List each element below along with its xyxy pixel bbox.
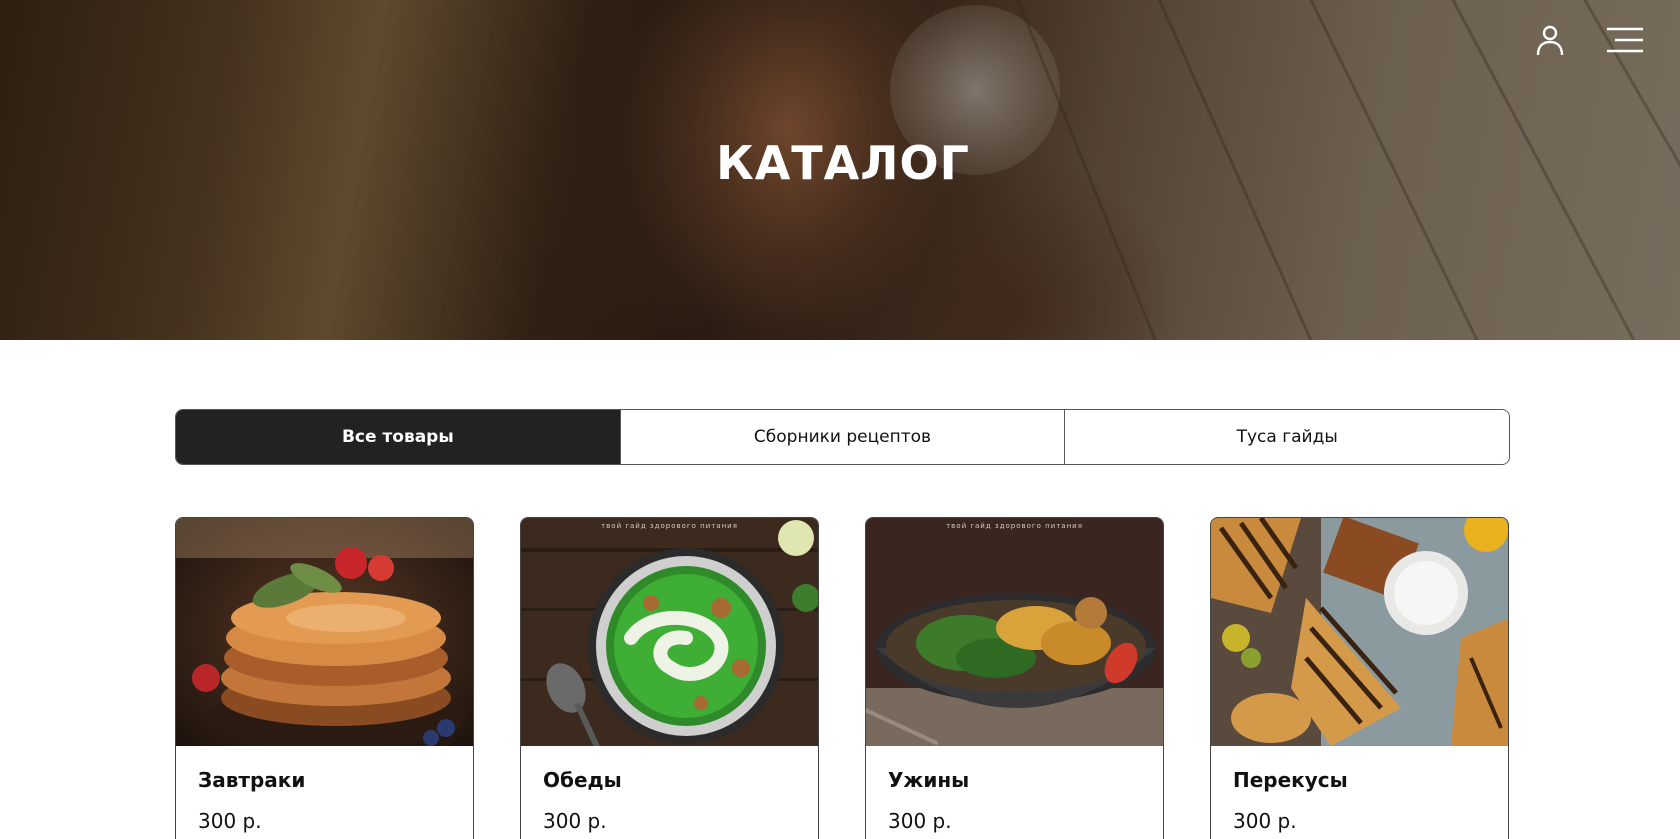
product-image-soup: твой гайд здорового питания	[521, 518, 818, 746]
hamburger-menu-icon[interactable]	[1607, 27, 1643, 53]
tab-label: Туса гайды	[1236, 427, 1338, 447]
product-price: 300 р.	[543, 809, 607, 833]
product-price: 300 р.	[198, 809, 262, 833]
product-name: Завтраки	[198, 768, 306, 792]
tab-recipe-collections[interactable]: Сборники рецептов	[619, 410, 1065, 464]
product-name: Перекусы	[1233, 768, 1348, 792]
user-icon[interactable]	[1535, 24, 1565, 56]
product-name: Обеды	[543, 768, 622, 792]
tab-party-guides[interactable]: Туса гайды	[1064, 410, 1509, 464]
page-title: КАТАЛОГ	[716, 136, 970, 190]
hero-banner: КАТАЛОГ	[0, 0, 1680, 340]
product-card-breakfast[interactable]: Завтраки 300 р.	[175, 517, 474, 839]
product-image-pancakes	[176, 518, 473, 746]
image-caption: твой гайд здорового питания	[946, 522, 1083, 530]
product-name: Ужины	[888, 768, 970, 792]
product-image-sandwiches	[1211, 518, 1508, 746]
image-caption: твой гайд здорового питания	[601, 522, 738, 530]
product-image-salad-bowl: твой гайд здорового питания	[866, 518, 1163, 746]
product-card-dinner[interactable]: твой гайд здорового питания Ужины 300 р.	[865, 517, 1164, 839]
product-card-lunch[interactable]: твой гайд здорового питания Обеды 300 р.	[520, 517, 819, 839]
tab-all-products[interactable]: Все товары	[176, 410, 620, 464]
product-price: 300 р.	[888, 809, 952, 833]
tab-label: Все товары	[341, 427, 454, 447]
catalog-filter-tabs: Все товары Сборники рецептов Туса гайды	[175, 409, 1510, 465]
tab-label: Сборники рецептов	[753, 427, 932, 447]
product-card-snacks[interactable]: Перекусы 300 р.	[1210, 517, 1509, 839]
product-price: 300 р.	[1233, 809, 1297, 833]
